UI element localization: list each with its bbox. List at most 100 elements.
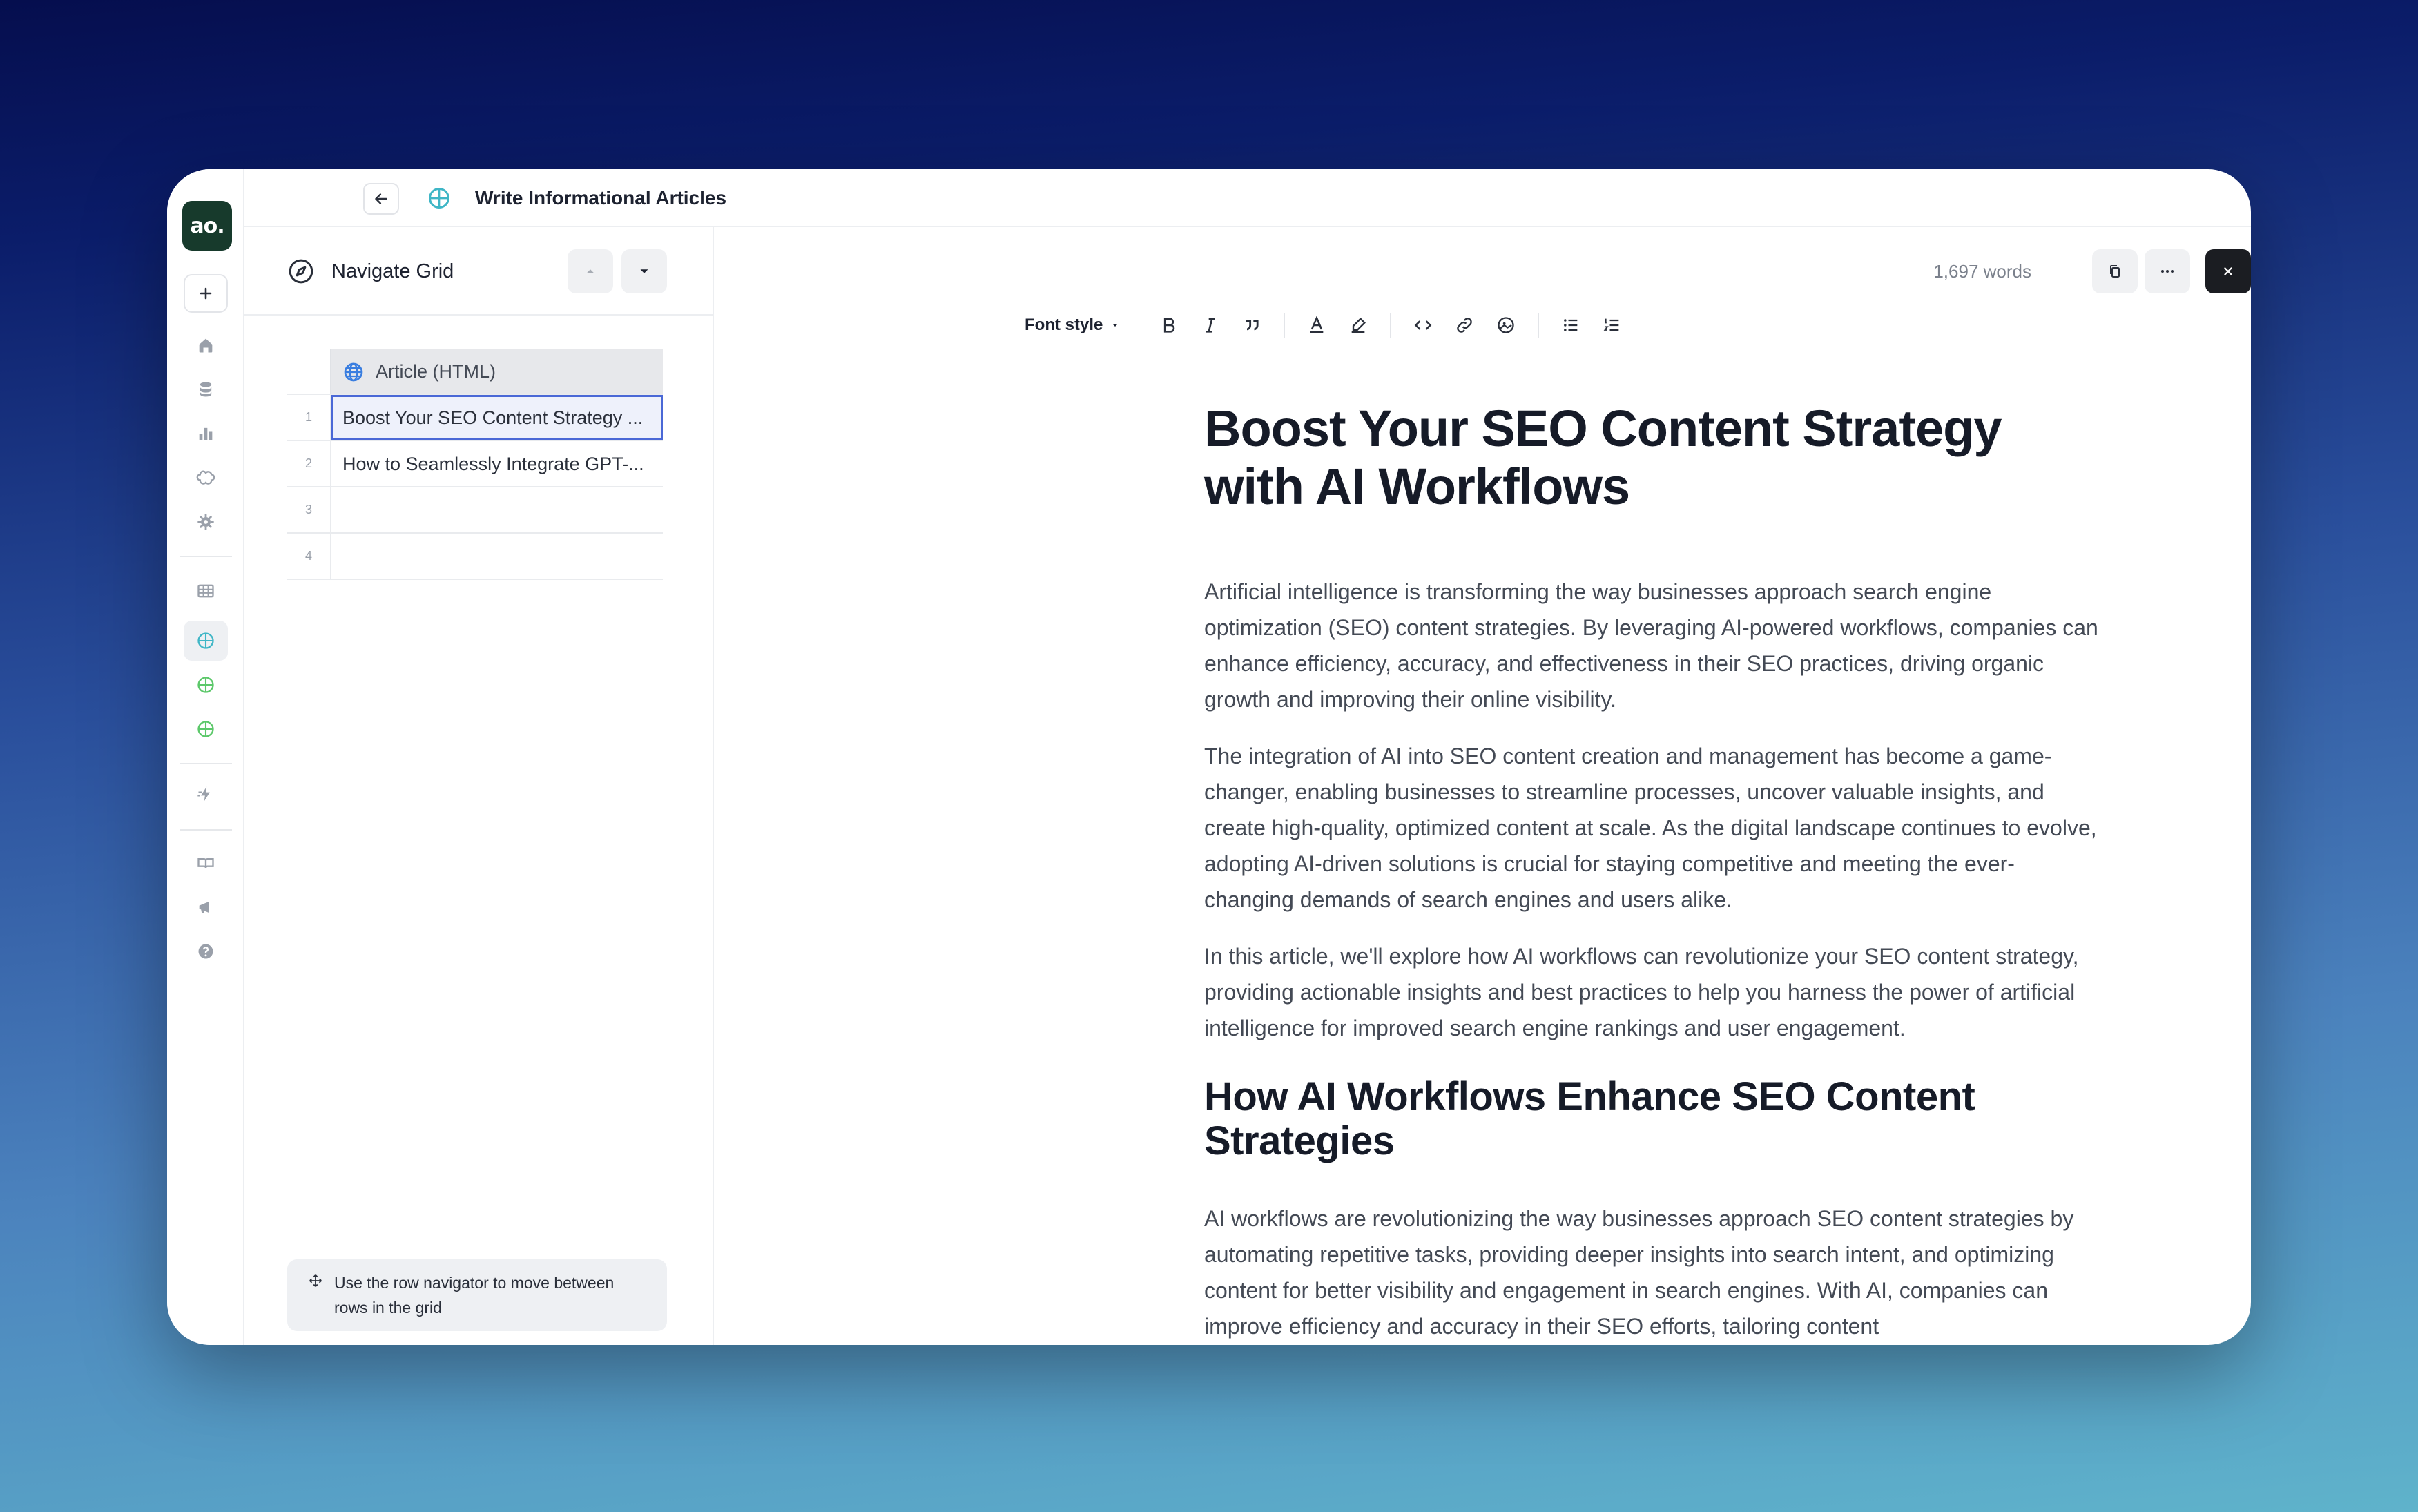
link-button[interactable] <box>1444 306 1485 345</box>
rail-ai[interactable] <box>184 458 228 498</box>
rail-database[interactable] <box>184 369 228 409</box>
link-icon <box>1457 318 1473 333</box>
grid-header-row: Article (HTML) <box>287 349 663 395</box>
lightning-icon <box>197 786 210 802</box>
grid-cell[interactable] <box>331 534 663 579</box>
rail-settings[interactable] <box>184 502 228 542</box>
home-icon <box>199 338 213 353</box>
grid-cell[interactable]: Boost Your SEO Content Strategy ... <box>331 395 663 440</box>
rail-tables[interactable] <box>184 571 228 611</box>
font-style-label: Font style <box>1025 316 1103 334</box>
app-logo[interactable]: ao. <box>182 201 232 251</box>
quote-icon <box>1246 320 1259 331</box>
navigator-panel: Navigate Grid Article (HTML) 1 Boost You… <box>244 227 714 1345</box>
highlighter-icon <box>1352 318 1366 334</box>
image-icon <box>1498 317 1515 333</box>
left-rail: ao. <box>167 169 244 1345</box>
copy-icon <box>2110 265 2120 278</box>
close-button[interactable] <box>2205 249 2251 293</box>
caret-down-icon <box>1112 324 1119 327</box>
rail-divider <box>180 829 232 831</box>
rail-grid-active[interactable] <box>184 621 228 661</box>
format-toolbar: Font style <box>1025 304 1633 346</box>
rail-divider <box>180 763 232 764</box>
grid-icon <box>197 677 214 693</box>
bold-button[interactable] <box>1148 306 1190 345</box>
caret-down-icon <box>640 269 648 273</box>
numbered-list-button[interactable] <box>1592 306 1633 345</box>
font-style-dropdown[interactable]: Font style <box>1025 316 1121 335</box>
back-button[interactable] <box>363 183 399 215</box>
highlight-button[interactable] <box>1337 306 1379 345</box>
rail-automation[interactable] <box>184 774 228 814</box>
hint-text: Use the row navigator to move between ro… <box>334 1274 615 1317</box>
copy-button[interactable] <box>2092 249 2138 293</box>
image-button[interactable] <box>1485 306 1527 345</box>
word-count: 1,697 words <box>1933 261 2031 282</box>
bold-icon <box>1164 318 1175 333</box>
article-paragraph: The integration of AI into SEO content c… <box>1204 744 2097 912</box>
page-title: Write Informational Articles <box>475 187 727 209</box>
new-button[interactable] <box>184 274 228 313</box>
article-paragraph: AI workflows are revolutionizing the way… <box>1204 1206 2074 1339</box>
top-bar: Write Informational Articles <box>244 169 2251 227</box>
gear-icon <box>197 514 214 530</box>
document-editor: 1,697 words Font style Boost Your SEO Co… <box>714 227 2251 1345</box>
article-title: Boost Your SEO Content Strategy with AI … <box>1204 400 2002 515</box>
bullet-list-button[interactable] <box>1550 306 1592 345</box>
rail-help[interactable] <box>184 931 228 971</box>
rail-announcements[interactable] <box>184 887 228 927</box>
rail-docs[interactable] <box>184 843 228 883</box>
quote-button[interactable] <box>1231 306 1273 345</box>
chart-icon <box>199 427 213 440</box>
toolbar-divider <box>1390 313 1392 338</box>
rail-analytics[interactable] <box>184 414 228 454</box>
row-up-button[interactable] <box>568 249 613 293</box>
rail-grid-2[interactable] <box>184 665 228 705</box>
compass-icon <box>289 259 313 284</box>
article-paragraph: Artificial intelligence is transforming … <box>1204 579 2098 712</box>
row-number: 4 <box>287 534 331 579</box>
help-icon <box>198 944 213 959</box>
numbered-list-icon <box>1603 318 1619 331</box>
italic-button[interactable] <box>1190 306 1231 345</box>
row-down-button[interactable] <box>621 249 667 293</box>
table-row[interactable]: 1 Boost Your SEO Content Strategy ... <box>287 395 663 441</box>
grid-icon <box>197 632 214 649</box>
code-button[interactable] <box>1402 306 1444 345</box>
toolbar-divider <box>1538 313 1540 338</box>
navigator-header: Navigate Grid <box>244 227 713 316</box>
table-row[interactable]: 2 How to Seamlessly Integrate GPT-... <box>287 441 663 487</box>
table-row[interactable]: 4 <box>287 534 663 580</box>
text-color-icon <box>1310 316 1324 334</box>
text-color-button[interactable] <box>1296 306 1337 345</box>
rail-grid-3[interactable] <box>184 709 228 749</box>
article-body[interactable]: Boost Your SEO Content Strategy with AI … <box>1204 379 2102 1344</box>
move-icon <box>309 1274 322 1287</box>
database-icon <box>200 382 212 397</box>
rail-divider <box>180 556 232 557</box>
caret-up-icon <box>586 269 594 273</box>
plus-icon <box>200 287 212 300</box>
navigator-hint: Use the row navigator to move between ro… <box>287 1259 667 1331</box>
grid-cell[interactable]: How to Seamlessly Integrate GPT-... <box>331 441 663 486</box>
table-row[interactable]: 3 <box>287 487 663 534</box>
grid-icon <box>197 721 214 737</box>
app-window: ao. Write Informational Articles Navigat… <box>167 169 2251 1345</box>
arrow-left-icon <box>375 193 387 204</box>
book-icon <box>197 858 214 869</box>
grid-cell[interactable] <box>331 487 663 532</box>
column-header-article[interactable]: Article (HTML) <box>331 349 663 394</box>
toolbar-divider <box>1284 313 1286 338</box>
row-number: 2 <box>287 441 331 486</box>
grid-icon <box>429 188 449 209</box>
brain-icon <box>196 470 215 485</box>
row-grid: Article (HTML) 1 Boost Your SEO Content … <box>287 349 663 580</box>
table-icon <box>197 584 214 598</box>
rail-home[interactable] <box>184 325 228 365</box>
row-number: 3 <box>287 487 331 532</box>
close-icon <box>2224 267 2232 275</box>
megaphone-icon <box>199 901 209 913</box>
more-button[interactable] <box>2145 249 2190 293</box>
row-number: 1 <box>287 395 331 440</box>
